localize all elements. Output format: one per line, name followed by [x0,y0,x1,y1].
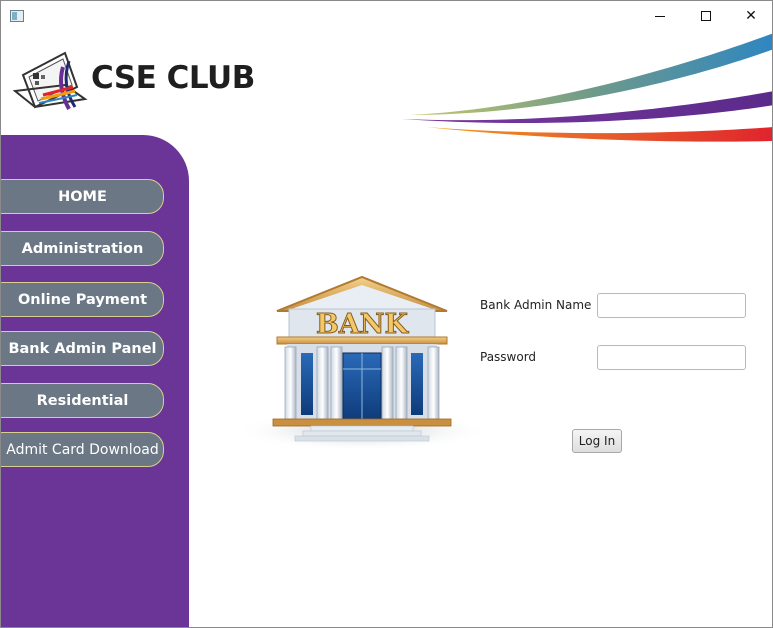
sidebar-item-bank-admin-panel[interactable]: Bank Admin Panel [1,331,164,366]
sidebar-item-administration[interactable]: Administration [1,231,164,266]
password-field[interactable] [597,345,746,370]
close-button[interactable]: ✕ [728,1,772,31]
app-window-icon [10,10,24,22]
laptop-logo-icon [13,51,88,110]
minimize-button[interactable] [637,1,683,31]
header-swoosh-decoration [402,33,772,142]
bank-building-icon: BANK [234,275,490,451]
brand-title: CSE CLUB [91,60,255,96]
username-field[interactable] [597,293,746,318]
password-label: Password [480,350,537,364]
sidebar-item-home[interactable]: HOME [1,179,164,214]
sidebar-item-admit-card-download[interactable]: Admit Card Download [1,432,164,467]
minimize-icon [655,15,665,17]
sidebar-item-residential[interactable]: Residential [1,383,164,418]
close-icon: ✕ [745,8,757,24]
username-label: Bank Admin Name [480,298,592,312]
maximize-button[interactable] [683,1,729,31]
bank-sign-text: BANK [316,309,409,340]
title-bar[interactable]: ✕ [1,1,772,31]
app-window: ✕ CSE CLUB HOME Administration Online Pa… [0,0,773,628]
sidebar-item-online-payment[interactable]: Online Payment [1,282,164,317]
sidebar: HOME Administration Online Payment Bank … [1,135,189,627]
login-button[interactable]: Log In [572,429,622,453]
maximize-icon [701,11,711,21]
